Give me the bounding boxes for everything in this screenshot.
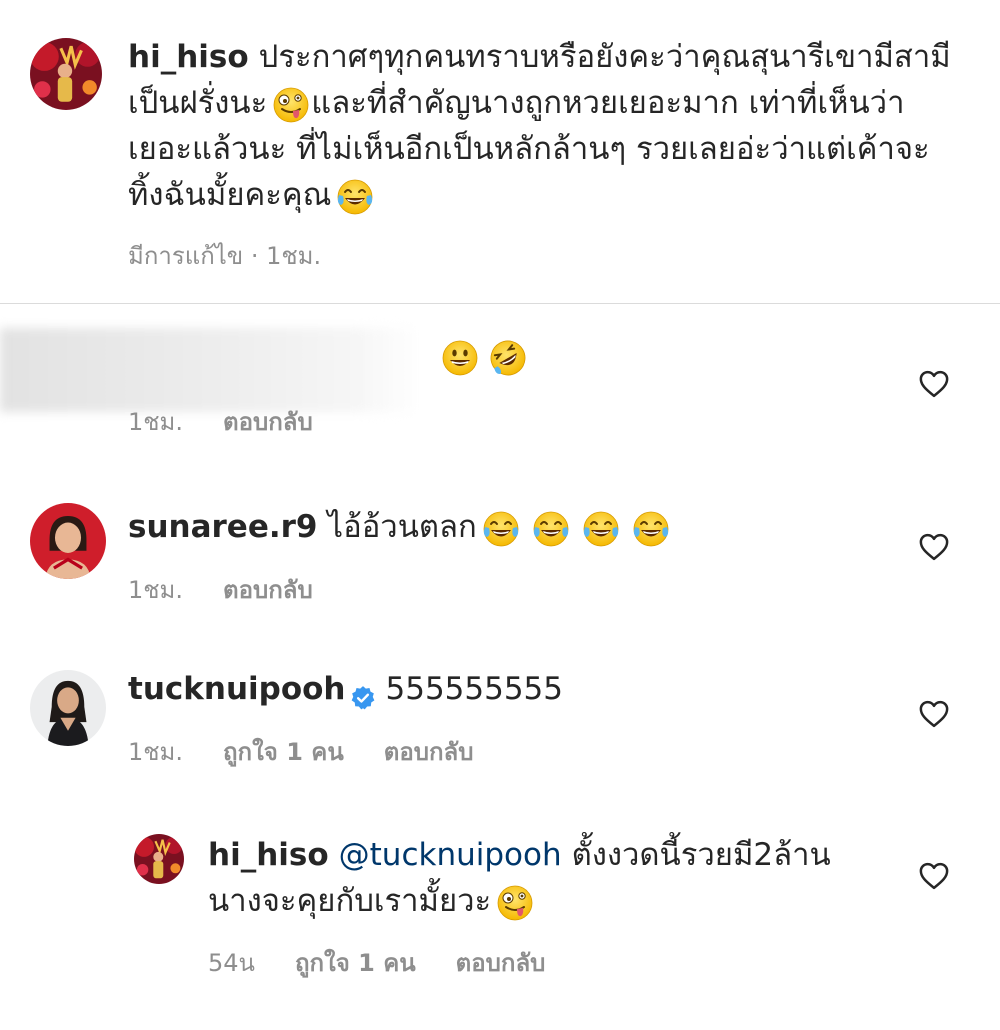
avatar[interactable] bbox=[30, 503, 106, 579]
comment-username[interactable]: tucknuipooh bbox=[128, 671, 346, 707]
caption-line: เยอะแล้วนะ ที่ไม่เห็นอีกเป็นหลักล้านๆ รว… bbox=[128, 131, 930, 167]
comment-meta: 1ชม. ตอบกลับ bbox=[128, 402, 313, 441]
caption-line: ทิ้งฉันมั้ยคะคุณ bbox=[128, 177, 332, 213]
comment-body: ไอ้อ้วนตลก bbox=[327, 509, 477, 545]
tears-of-joy-icon bbox=[335, 177, 375, 217]
likes-count-link[interactable]: ถูกใจ 1 คน bbox=[223, 732, 344, 771]
reply-text: hi_hiso @tucknuipooh ตั้งงวดนี้รวยมี2ล้าน … bbox=[208, 832, 908, 924]
caption-line: ประกาศๆทุกคนทราบหรือยังคะว่าคุณสุนารีเขา… bbox=[258, 39, 951, 75]
likes-count-link[interactable]: ถูกใจ 1 คน bbox=[295, 943, 416, 982]
heart-icon[interactable] bbox=[919, 700, 949, 728]
comment-emoji-row bbox=[436, 338, 528, 380]
reply-time: 54น bbox=[208, 949, 255, 977]
tears-of-joy-icon bbox=[631, 509, 671, 549]
comment-time: 1ชม. bbox=[128, 408, 184, 436]
mention-link[interactable]: @tucknuipooh bbox=[339, 837, 562, 873]
heart-icon[interactable] bbox=[919, 370, 949, 398]
tears-of-joy-icon bbox=[531, 509, 571, 549]
comment-time: 1ชม. bbox=[128, 576, 184, 604]
comment-username[interactable]: sunaree.r9 bbox=[128, 509, 317, 545]
verified-badge-icon bbox=[350, 678, 376, 704]
reply-button[interactable]: ตอบกลับ bbox=[223, 570, 313, 609]
avatar[interactable] bbox=[30, 38, 102, 110]
reply-username[interactable]: hi_hiso bbox=[208, 837, 329, 873]
tears-of-joy-icon bbox=[481, 509, 521, 549]
reply-line: ตั้งงวดนี้รวยมี2ล้าน bbox=[571, 837, 831, 873]
comment-body: 555555555 bbox=[385, 671, 564, 707]
tears-of-joy-icon bbox=[581, 509, 621, 549]
caption-meta: มีการแก้ไข · 1ชม. bbox=[128, 236, 321, 275]
comment-time: 1ชม. bbox=[128, 738, 184, 766]
reply-button[interactable]: ตอบกลับ bbox=[223, 402, 313, 441]
reply-button[interactable]: ตอบกลับ bbox=[384, 732, 474, 771]
caption-line: และที่สำคัญนางถูกหวยเยอะมาก เท่าที่เห็นว… bbox=[311, 85, 905, 121]
divider bbox=[0, 303, 1000, 304]
reply-button[interactable]: ตอบกลับ bbox=[456, 943, 546, 982]
heart-icon[interactable] bbox=[919, 862, 949, 890]
comment-text: sunaree.r9 ไอ้อ้วนตลก bbox=[128, 504, 671, 550]
caption-username[interactable]: hi_hiso bbox=[128, 39, 249, 75]
caption-line: เป็นฝรั่งนะ bbox=[128, 85, 268, 121]
grinning-face-icon bbox=[440, 338, 480, 378]
comment-meta: 1ชม. ตอบกลับ bbox=[128, 570, 313, 609]
comment-text: tucknuipooh 555555555 bbox=[128, 666, 563, 712]
avatar[interactable] bbox=[134, 834, 184, 884]
avatar[interactable] bbox=[30, 670, 106, 746]
zany-face-icon bbox=[495, 883, 535, 923]
reply-line: นางจะคุยกับเรามั้ยวะ bbox=[208, 883, 492, 919]
comment-meta: 1ชม. ถูกใจ 1 คน ตอบกลับ bbox=[128, 732, 473, 771]
reply-meta: 54น ถูกใจ 1 คน ตอบกลับ bbox=[208, 943, 545, 982]
caption-text: hi_hiso ประกาศๆทุกคนทราบหรือยังคะว่าคุณสุ… bbox=[128, 34, 988, 218]
rofl-icon bbox=[488, 338, 528, 378]
caption-edited-time: มีการแก้ไข · 1ชม. bbox=[128, 242, 322, 270]
blurred-username bbox=[0, 328, 420, 412]
heart-icon[interactable] bbox=[919, 533, 949, 561]
zany-face-icon bbox=[271, 85, 311, 125]
